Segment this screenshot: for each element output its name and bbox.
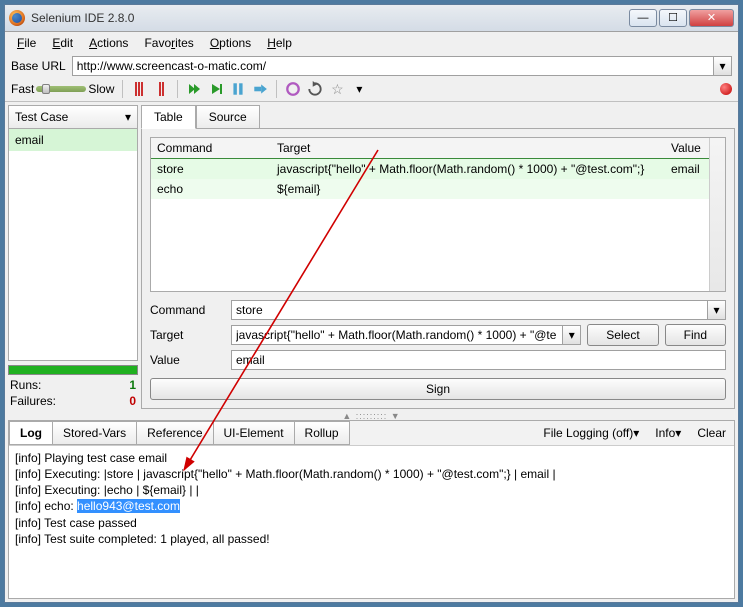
progress-bar [8,365,138,375]
log-line: [info] echo: hello943@test.com [15,498,728,514]
log-line: [info] Executing: |echo | ${email} | | [15,482,728,498]
sign-button[interactable]: Sign [150,378,726,400]
menubar: File Edit Actions Favorites Options Help [5,32,738,54]
scrollbar[interactable] [709,138,725,291]
pause-button[interactable] [230,81,246,97]
log-line: [info] Test case passed [15,515,728,531]
runs-value: 1 [129,378,136,392]
titlebar: Selenium IDE 2.8.0 — ☐ ✕ [5,5,738,32]
tab-ui-element[interactable]: UI-Element [213,421,295,445]
select-button[interactable]: Select [587,324,658,346]
col-command[interactable]: Command [151,138,271,159]
favorite-icon[interactable]: ☆ [329,81,345,97]
window-title: Selenium IDE 2.8.0 [31,11,629,25]
tab-table[interactable]: Table [141,105,196,129]
clear-log-button[interactable]: Clear [689,422,734,444]
log-line: [info] Executing: |store | javascript{"h… [15,466,728,482]
tab-log[interactable]: Log [9,421,53,445]
speed-slider[interactable] [36,86,86,92]
runs-label: Runs: [10,378,41,392]
horizontal-splitter[interactable]: ▲ ::::::::: ▼ [8,412,735,420]
speed-slow-label: Slow [88,82,114,96]
target-input[interactable] [231,325,563,345]
minimize-button[interactable]: — [629,9,657,27]
menu-edit[interactable]: Edit [46,34,79,52]
menu-options[interactable]: Options [204,34,257,52]
maximize-button[interactable]: ☐ [659,9,687,27]
failures-label: Failures: [10,394,56,408]
testcase-list: email [8,129,138,361]
command-table[interactable]: Command Target Value store javascript{"h… [151,138,725,199]
rollup-icon[interactable] [285,81,301,97]
log-output[interactable]: [info] Playing test case email [info] Ex… [9,446,734,598]
firefox-icon [9,10,25,26]
table-row[interactable]: echo ${email} [151,179,725,199]
echo-result: hello943@test.com [77,499,180,513]
tab-rollup[interactable]: Rollup [294,421,350,445]
schedule-dropdown[interactable]: ▾ [351,81,367,97]
file-logging-toggle[interactable]: File Logging (off)▾ [535,422,647,444]
record-button[interactable] [720,83,732,95]
menu-file[interactable]: File [11,34,42,52]
base-url-row: Base URL ▾ [5,54,738,78]
run-stats: Runs: 1 Failures: 0 [8,377,138,409]
command-dropdown[interactable]: ▾ [708,300,726,320]
base-url-dropdown[interactable]: ▾ [714,56,732,76]
tab-stored-vars[interactable]: Stored-Vars [52,421,137,445]
close-button[interactable]: ✕ [689,9,734,27]
value-input[interactable] [231,350,726,370]
tab-reference[interactable]: Reference [136,421,213,445]
command-label: Command [150,303,225,317]
base-url-label: Base URL [11,59,66,73]
table-row[interactable]: store javascript{"hello" + Math.floor(Ma… [151,158,725,179]
target-dropdown[interactable]: ▾ [563,325,581,345]
failures-value: 0 [129,394,136,408]
base-url-input[interactable] [72,56,714,76]
play-suite-button[interactable] [186,81,202,97]
log-line: [info] Test suite completed: 1 played, a… [15,531,728,547]
menu-favorites[interactable]: Favorites [138,34,199,52]
speed-fast-label: Fast [11,82,34,96]
reload-icon[interactable] [307,81,323,97]
target-label: Target [150,328,225,342]
toolbar: Fast Slow ☆ ▾ [5,78,738,102]
menu-actions[interactable]: Actions [83,34,134,52]
find-button[interactable]: Find [665,324,726,346]
command-input[interactable] [231,300,708,320]
log-line: [info] Playing test case email [15,450,728,466]
menu-help[interactable]: Help [261,34,298,52]
col-target[interactable]: Target [271,138,665,159]
tab-source[interactable]: Source [196,105,260,129]
value-label: Value [150,353,225,367]
play-test-button[interactable] [208,81,224,97]
breakpoint-icon[interactable] [153,81,169,97]
breakpoint-all-icon[interactable] [131,81,147,97]
log-level-toggle[interactable]: Info▾ [647,422,689,444]
testcase-pane-header[interactable]: Test Case ▾ [8,105,138,129]
step-button[interactable] [252,81,268,97]
testcase-item[interactable]: email [9,129,137,151]
